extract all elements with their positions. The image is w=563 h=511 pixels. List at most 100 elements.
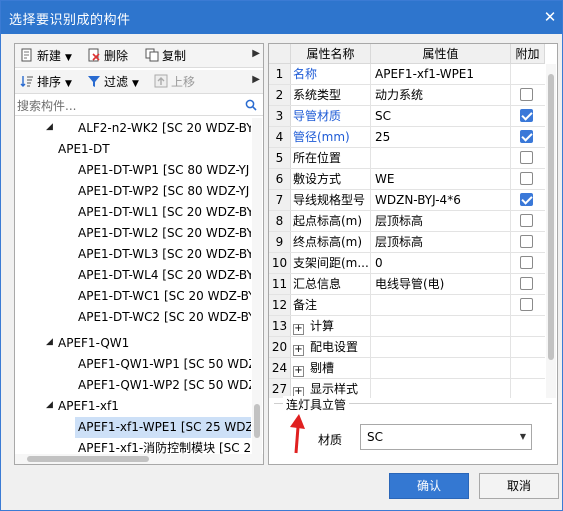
add-checkbox[interactable]	[520, 256, 533, 269]
search-icon[interactable]	[245, 99, 257, 111]
property-add-cell	[511, 274, 545, 294]
property-name-text: 导线规格型号	[293, 193, 366, 207]
add-checkbox[interactable]	[520, 151, 533, 164]
property-value[interactable]	[371, 379, 511, 398]
property-name: 汇总信息	[291, 274, 371, 294]
scrollbar-thumb[interactable]	[27, 456, 149, 462]
search-input[interactable]	[17, 96, 243, 115]
add-checkbox[interactable]	[520, 109, 533, 122]
property-add-cell	[511, 148, 545, 168]
property-add-cell	[511, 295, 545, 315]
sort-icon	[20, 76, 33, 87]
property-row[interactable]: 9 终点标高(m) 层顶标高	[269, 232, 545, 253]
tree-horizontal-scrollbar[interactable]	[15, 454, 263, 464]
property-value[interactable]: 层顶标高	[371, 232, 511, 252]
property-row[interactable]: 20 + 配电设置	[269, 337, 545, 358]
expand-plus-icon[interactable]: +	[293, 324, 304, 335]
property-row[interactable]: 24 + 剔槽	[269, 358, 545, 379]
property-add-cell	[511, 169, 545, 189]
add-checkbox[interactable]	[520, 130, 533, 143]
property-add-cell	[511, 232, 545, 252]
scrollbar-thumb[interactable]	[548, 74, 554, 360]
property-row[interactable]: 8 起点标高(m) 层顶标高	[269, 211, 545, 232]
property-name-text: 敷设方式	[293, 172, 342, 186]
property-row[interactable]: 12 备注	[269, 295, 545, 316]
sort-button[interactable]: 排序 ▼	[20, 73, 72, 91]
row-index: 1	[269, 64, 291, 84]
scrollbar-thumb[interactable]	[254, 404, 260, 438]
row-index: 5	[269, 148, 291, 168]
copy-button[interactable]: 复制	[145, 47, 186, 65]
close-icon[interactable]: ✕	[542, 8, 558, 26]
property-value[interactable]: 25	[371, 127, 511, 147]
property-row[interactable]: 6 敷设方式 WE	[269, 169, 545, 190]
property-value[interactable]: SC	[371, 106, 511, 126]
property-row[interactable]: 7 导线规格型号 WDZN-BYJ-4*6	[269, 190, 545, 211]
property-add-cell	[511, 106, 545, 126]
material-select[interactable]: SC ▼	[360, 424, 532, 450]
property-value[interactable]: APEF1-xf1-WPE1	[371, 64, 511, 84]
sort-label: 排序	[37, 75, 62, 89]
property-row[interactable]: 1 名称 APEF1-xf1-WPE1	[269, 64, 545, 85]
property-row[interactable]: 5 所在位置	[269, 148, 545, 169]
material-value: SC	[367, 430, 383, 444]
tree-vertical-scrollbar[interactable]	[252, 118, 262, 454]
property-name: 敷设方式	[291, 169, 371, 189]
property-add-cell	[511, 379, 545, 398]
new-doc-icon	[21, 48, 32, 62]
property-row[interactable]: 11 汇总信息 电线导管(电)	[269, 274, 545, 295]
tree-item[interactable]: APEF1-xf1-消防控制模块 [SC 25	[78, 438, 251, 454]
annotation-arrow-icon	[290, 414, 305, 454]
property-row[interactable]: 13 + 计算	[269, 316, 545, 337]
property-row[interactable]: 2 系统类型 动力系统	[269, 85, 545, 106]
property-value[interactable]	[371, 316, 511, 336]
property-name: 名称	[291, 64, 371, 84]
grid-vertical-scrollbar[interactable]	[546, 64, 556, 398]
property-add-cell	[511, 358, 545, 378]
property-value[interactable]: 0	[371, 253, 511, 273]
property-value[interactable]	[371, 295, 511, 315]
add-checkbox[interactable]	[520, 88, 533, 101]
move-up-button[interactable]: 上移	[154, 73, 195, 91]
add-checkbox[interactable]	[520, 235, 533, 248]
add-checkbox[interactable]	[520, 214, 533, 227]
toolbar-overflow-icon[interactable]: ▶	[252, 48, 260, 59]
property-value[interactable]: WE	[371, 169, 511, 189]
delete-button[interactable]: 删除	[87, 47, 128, 65]
add-checkbox[interactable]	[520, 298, 533, 311]
row-index: 4	[269, 127, 291, 147]
property-value[interactable]: WDZN-BYJ-4*6	[371, 190, 511, 210]
expand-plus-icon[interactable]: +	[293, 345, 304, 356]
property-value[interactable]	[371, 148, 511, 168]
property-value[interactable]	[371, 337, 511, 357]
add-checkbox[interactable]	[520, 172, 533, 185]
add-checkbox[interactable]	[520, 277, 533, 290]
property-value[interactable]: 层顶标高	[371, 211, 511, 231]
new-button[interactable]: 新建 ▼	[20, 47, 72, 65]
property-row[interactable]: 4 管径(mm) 25	[269, 127, 545, 148]
property-value[interactable]	[371, 358, 511, 378]
add-checkbox[interactable]	[520, 193, 533, 206]
property-add-cell	[511, 337, 545, 357]
chevron-down-icon[interactable]: ▼	[520, 432, 526, 441]
filter-button[interactable]: 过滤 ▼	[87, 73, 139, 91]
property-name: 支架间距(m...	[291, 253, 371, 273]
property-name-text: 支架间距(m...	[293, 256, 369, 270]
tree-item-selected[interactable]: APEF1-xf1-WPE1 [SC 25 WDZI	[75, 417, 251, 438]
property-value[interactable]: 电线导管(电)	[371, 274, 511, 294]
material-label: 材质	[318, 433, 343, 447]
search-box	[15, 95, 263, 116]
property-panel: 属性名称 属性值 附加 1 名称 APEF1-xf1-WPE1 2 系统类型 动力系统 3 导…	[268, 43, 558, 465]
confirm-button[interactable]: 确认	[389, 473, 469, 499]
cancel-button[interactable]: 取消	[479, 473, 559, 499]
expand-plus-icon[interactable]: +	[293, 366, 304, 377]
property-row[interactable]: 10 支架间距(m... 0	[269, 253, 545, 274]
row-index: 20	[269, 337, 291, 357]
toolbar-overflow-icon[interactable]: ▶	[252, 74, 260, 85]
col-header-add: 附加	[511, 44, 545, 64]
property-value[interactable]: 动力系统	[371, 85, 511, 105]
property-row[interactable]: 3 导管材质 SC	[269, 106, 545, 127]
row-index: 13	[269, 316, 291, 336]
property-name: + 配电设置	[291, 337, 371, 357]
property-name: 系统类型	[291, 85, 371, 105]
